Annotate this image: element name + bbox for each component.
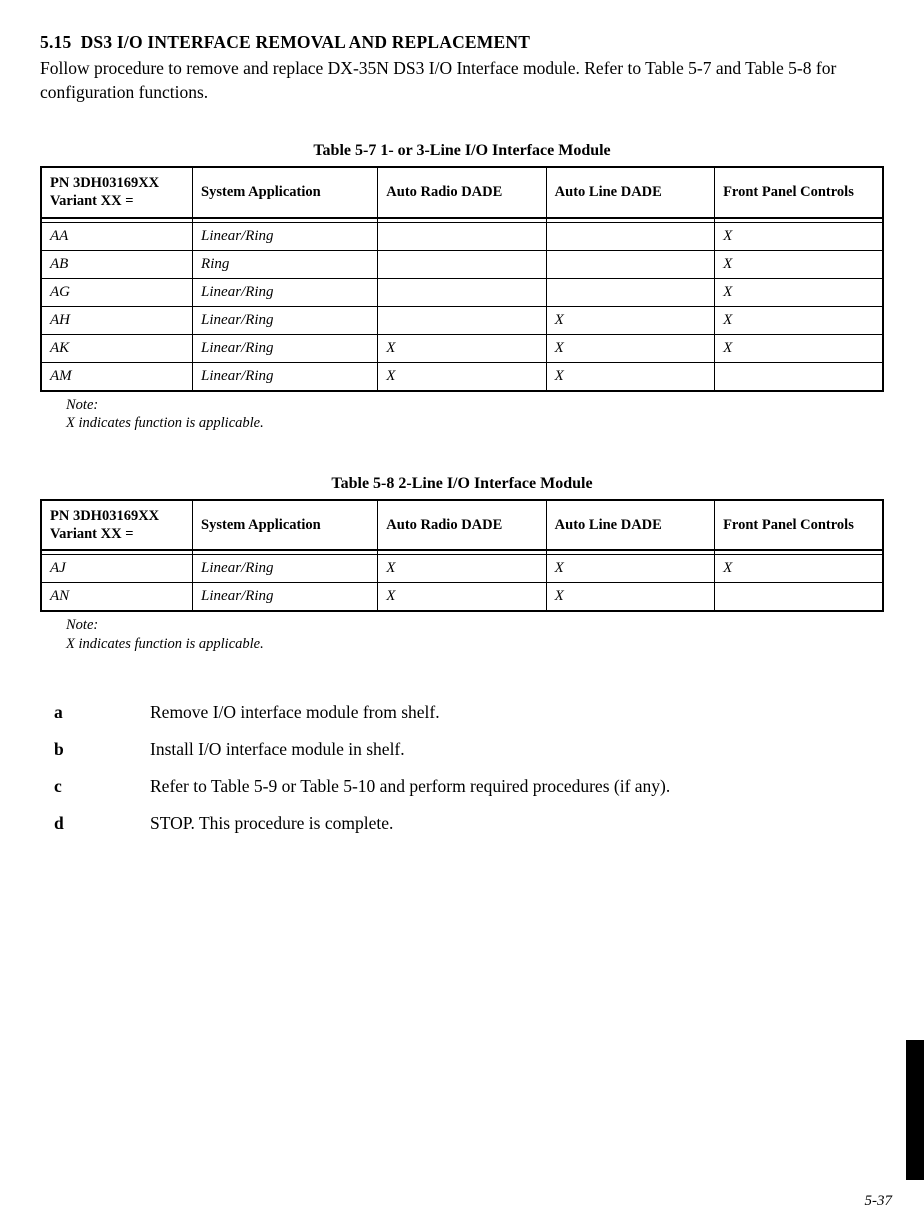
cell-line: X (546, 583, 714, 612)
table-row: AH Linear/Ring X X (41, 306, 883, 334)
step-letter: d (40, 813, 150, 834)
th-rad: Auto Radio DADE (378, 167, 546, 216)
table-row: AK Linear/Ring X X X (41, 334, 883, 362)
table-5-8-head: PN 3DH03169XX Variant XX = System Applic… (41, 500, 883, 555)
cell-line: X (546, 334, 714, 362)
table-row: AN Linear/Ring X X (41, 583, 883, 612)
section-heading: 5.15 DS3 I/O INTERFACE REMOVAL AND REPLA… (40, 32, 884, 53)
table-5-8-caption: Table 5-8 2-Line I/O Interface Module (40, 475, 884, 493)
section-title: DS3 I/O INTERFACE REMOVAL AND REPLACEMEN… (81, 32, 531, 52)
step-row: d STOP. This procedure is complete. (40, 813, 884, 834)
th-line: Auto Line DADE (546, 167, 714, 216)
cell-pn: AG (41, 278, 193, 306)
cell-fp: X (715, 278, 883, 306)
cell-pn: AM (41, 362, 193, 391)
th-rad: Auto Radio DADE (378, 500, 546, 549)
step-text: Refer to Table 5-9 or Table 5-10 and per… (150, 776, 884, 797)
cell-line (546, 250, 714, 278)
th-line: Auto Line DADE (546, 500, 714, 549)
cell-fp: X (715, 250, 883, 278)
section-number: 5.15 (40, 32, 71, 52)
cell-line (546, 222, 714, 250)
step-row: c Refer to Table 5-9 or Table 5-10 and p… (40, 776, 884, 797)
cell-app: Linear/Ring (193, 362, 378, 391)
table-row: AJ Linear/Ring X X X (41, 555, 883, 583)
cell-app: Linear/Ring (193, 583, 378, 612)
cell-fp (715, 583, 883, 612)
step-letter: c (40, 776, 150, 797)
cell-app: Linear/Ring (193, 334, 378, 362)
th-app: System Application (193, 167, 378, 216)
table-5-8: PN 3DH03169XX Variant XX = System Applic… (40, 499, 884, 612)
cell-rad (378, 306, 546, 334)
cell-rad: X (378, 555, 546, 583)
cell-app: Linear/Ring (193, 222, 378, 250)
table-5-7-note: Note: X indicates function is applicable… (66, 396, 884, 434)
table-5-7: PN 3DH03169XX Variant XX = System Applic… (40, 166, 884, 391)
th-app: System Application (193, 500, 378, 549)
cell-app: Linear/Ring (193, 306, 378, 334)
table-5-8-note: Note: X indicates function is applicable… (66, 616, 884, 654)
cell-line (546, 278, 714, 306)
note-text: X indicates function is applicable. (66, 415, 264, 431)
cell-rad: X (378, 362, 546, 391)
cell-rad (378, 250, 546, 278)
page-number: 5-37 (865, 1193, 893, 1210)
cell-app: Ring (193, 250, 378, 278)
table-5-7-body: AA Linear/Ring X AB Ring X AG Linear/Rin… (41, 222, 883, 391)
cell-fp: X (715, 555, 883, 583)
table-row: AG Linear/Ring X (41, 278, 883, 306)
cell-line: X (546, 306, 714, 334)
table-5-8-body: AJ Linear/Ring X X X AN Linear/Ring X X (41, 555, 883, 612)
cell-fp: X (715, 334, 883, 362)
step-row: b Install I/O interface module in shelf. (40, 739, 884, 760)
cell-pn: AH (41, 306, 193, 334)
section-intro: Follow procedure to remove and replace D… (40, 57, 884, 104)
cell-line: X (546, 555, 714, 583)
cell-fp: X (715, 306, 883, 334)
note-label: Note: (66, 397, 98, 413)
cell-pn: AA (41, 222, 193, 250)
table-row: AB Ring X (41, 250, 883, 278)
step-letter: b (40, 739, 150, 760)
table-5-7-head: PN 3DH03169XX Variant XX = System Applic… (41, 167, 883, 222)
th-fp: Front Panel Controls (715, 167, 883, 216)
th-fp: Front Panel Controls (715, 500, 883, 549)
cell-app: Linear/Ring (193, 278, 378, 306)
cell-rad: X (378, 583, 546, 612)
procedure-steps: a Remove I/O interface module from shelf… (40, 702, 884, 834)
step-text: Remove I/O interface module from shelf. (150, 702, 884, 723)
cell-pn: AB (41, 250, 193, 278)
step-text: Install I/O interface module in shelf. (150, 739, 884, 760)
table-row: AM Linear/Ring X X (41, 362, 883, 391)
cell-app: Linear/Ring (193, 555, 378, 583)
step-letter: a (40, 702, 150, 723)
cell-rad: X (378, 334, 546, 362)
step-text: STOP. This procedure is complete. (150, 813, 884, 834)
note-text: X indicates function is applicable. (66, 636, 264, 652)
cell-pn: AJ (41, 555, 193, 583)
th-pn: PN 3DH03169XX Variant XX = (41, 500, 193, 549)
step-row: a Remove I/O interface module from shelf… (40, 702, 884, 723)
note-label: Note: (66, 617, 98, 633)
table-5-7-caption: Table 5-7 1- or 3-Line I/O Interface Mod… (40, 142, 884, 160)
cell-rad (378, 222, 546, 250)
cell-fp: X (715, 222, 883, 250)
cell-pn: AN (41, 583, 193, 612)
table-row: AA Linear/Ring X (41, 222, 883, 250)
cell-pn: AK (41, 334, 193, 362)
th-pn: PN 3DH03169XX Variant XX = (41, 167, 193, 216)
cell-line: X (546, 362, 714, 391)
cell-rad (378, 278, 546, 306)
cell-fp (715, 362, 883, 391)
side-tab (906, 1040, 924, 1180)
